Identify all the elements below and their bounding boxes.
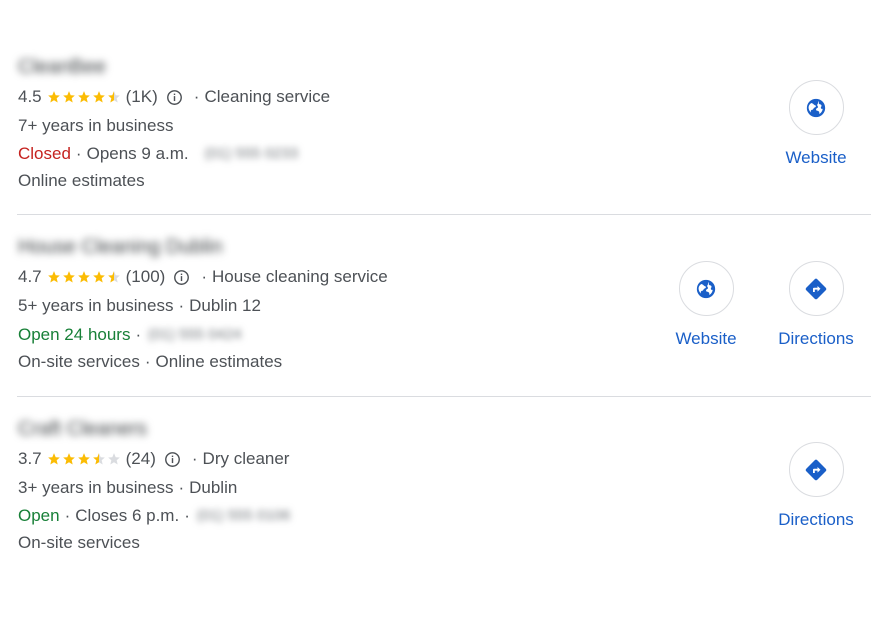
rating-row: 3.7 (24) · Dry cleaner [18,448,289,470]
years-row: 3+ years in business · Dublin [18,477,237,499]
category: Dry cleaner [202,449,290,468]
service-item: On-site services [18,533,140,552]
phone-number[interactable]: (01) 555 0106 [197,505,290,527]
star-rating [47,452,122,466]
business-name[interactable]: Craft Cleaners [18,418,147,441]
listing-craft-cleaners[interactable]: Craft Cleaners 3.7 (24) · Dry cleaner 3+… [0,0,885,619]
separator: · [191,449,198,468]
separator: · [178,478,185,497]
star-icon [107,453,120,465]
status-open: Open [18,506,60,525]
star-icon [47,453,60,465]
separator: · [184,506,190,525]
review-count[interactable]: (24) [126,448,156,470]
star-icon [92,453,105,465]
rating-value: 3.7 [18,449,42,468]
years-in-business: 3+ years in business [18,478,174,497]
separator: · [64,506,71,525]
directions-icon [805,459,827,480]
info-icon[interactable] [164,451,181,468]
services-row: On-site services [18,532,140,554]
hours-row: Open · Closes 6 p.m. · (01) 555 0106 [18,505,290,527]
directions-label[interactable]: Directions [778,510,854,530]
location: Dublin [189,478,238,497]
directions-button[interactable]: Directions [771,442,861,530]
star-icon [77,453,90,465]
status-detail: Closes 6 p.m. [75,506,180,525]
directions-button-circle[interactable] [788,442,844,497]
star-icon [62,453,75,465]
